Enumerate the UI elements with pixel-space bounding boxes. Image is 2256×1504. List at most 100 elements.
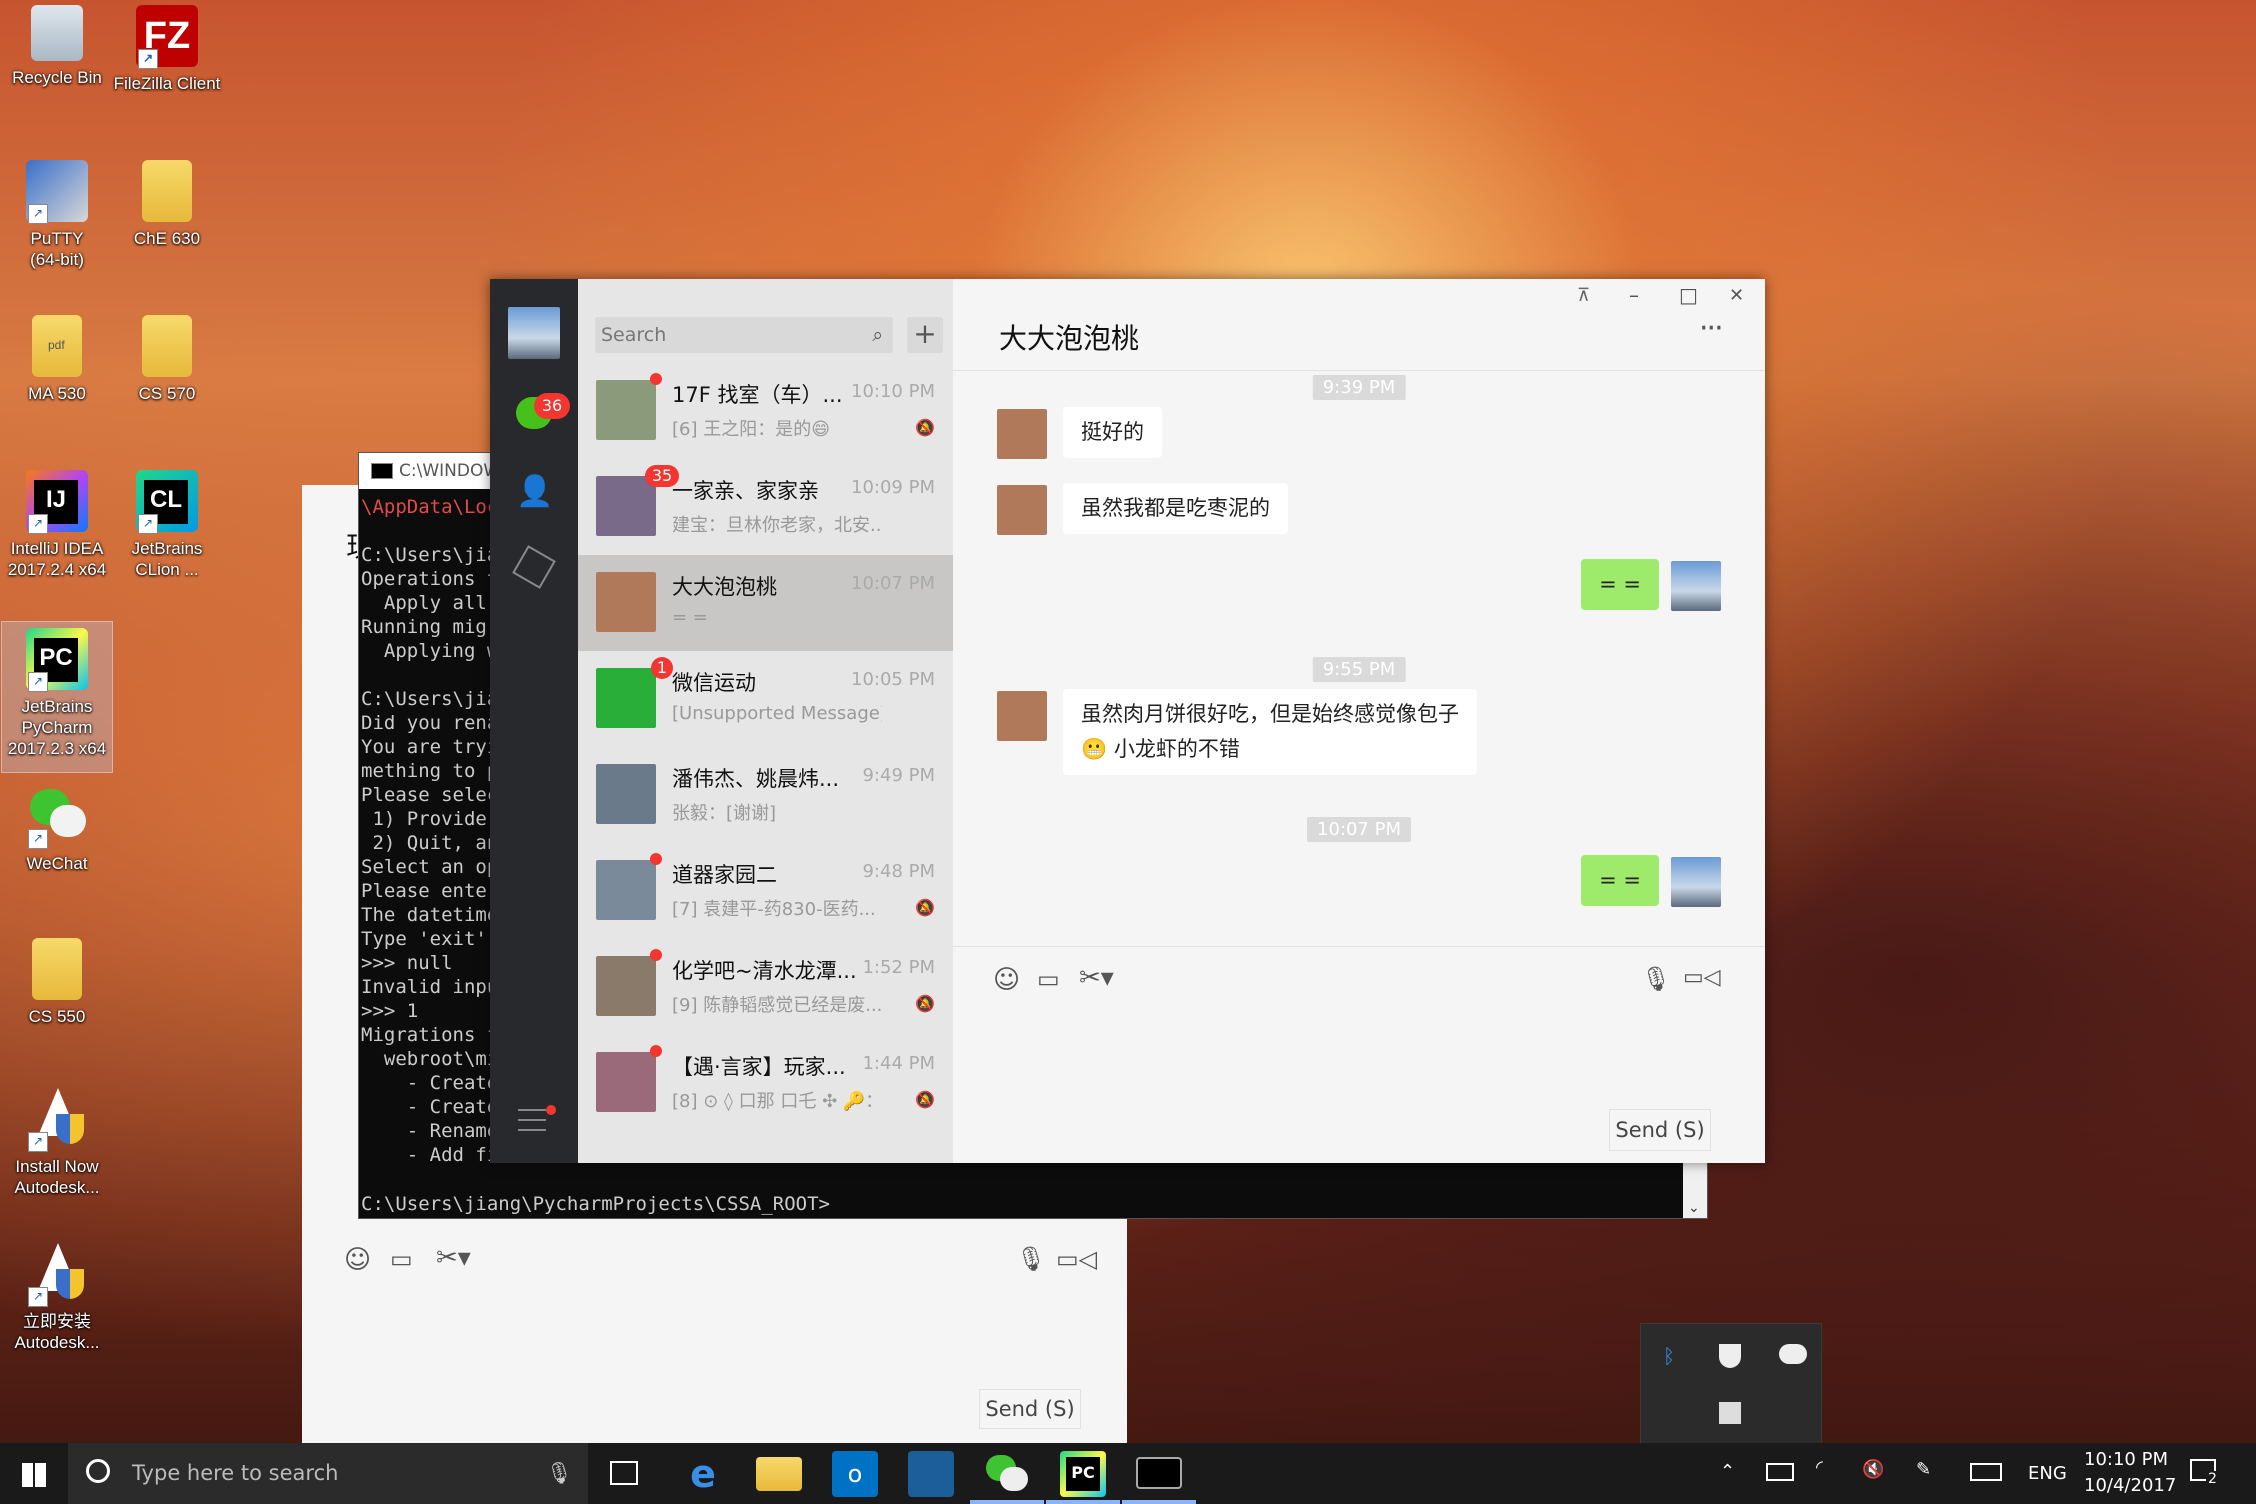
folder-icon[interactable]: ▭ — [390, 1245, 413, 1273]
my-avatar[interactable] — [1671, 561, 1721, 611]
chat-list-item[interactable]: 微信运动 10:05 PM [Unsupported Message] 1 — [578, 651, 953, 747]
unread-dot — [650, 1045, 662, 1057]
microphone-icon[interactable]: 🎙 — [1641, 965, 1671, 993]
scissors-icon[interactable]: ✂▾ — [436, 1243, 471, 1273]
video-icon[interactable]: ▭◁ — [1056, 1245, 1097, 1273]
cmd-taskbar-icon[interactable] — [1136, 1457, 1182, 1489]
desktop-icon-cs570[interactable]: CS 570 — [112, 315, 222, 404]
message-area[interactable]: 9:39 PM 挺好的 虽然我都是吃枣泥的 = = 9:55 PM 虽然肉月饼很好吃，但是… — [953, 371, 1765, 946]
task-view-icon[interactable] — [610, 1461, 638, 1485]
windows-start-icon[interactable] — [22, 1463, 46, 1487]
icon-label: WeChat — [26, 854, 88, 873]
desktop-icon-cs550[interactable]: CS 550 — [2, 938, 112, 1027]
chat-preview: [8] ⊙ ◊ 口那 口乇 ✣ 🔑：... — [672, 1091, 882, 1112]
contacts-icon[interactable]: 👤 — [516, 475, 553, 509]
close-button[interactable]: ✕ — [1729, 285, 1744, 306]
minimize-button[interactable]: – — [1629, 283, 1639, 307]
wechat-taskbar-icon[interactable] — [984, 1451, 1030, 1497]
more-options-button[interactable]: ··· — [1699, 311, 1724, 346]
desktop-icon-ma530[interactable]: pdf MA 530 — [2, 315, 112, 404]
user-avatar[interactable] — [508, 307, 560, 359]
chat-avatar — [596, 1052, 656, 1112]
desktop-icon-intellij[interactable]: IJ ↗ IntelliJ IDEA 2017.2.4 x64 — [2, 470, 112, 580]
volume-muted-icon[interactable]: 🔇 — [1862, 1459, 1884, 1480]
my-avatar[interactable] — [1671, 857, 1721, 907]
app-icon[interactable] — [908, 1451, 954, 1497]
contact-avatar[interactable] — [997, 409, 1047, 459]
icon-label: JetBrains — [21, 697, 93, 716]
chat-list-item[interactable]: 17F 找室（车）... 10:10 PM [6] 王之阳：是的😄 🔕 — [578, 363, 953, 459]
keyboard-icon[interactable] — [1970, 1463, 2002, 1481]
scissors-icon[interactable]: ✂▾ — [1079, 963, 1114, 993]
send-button[interactable]: Send (S) — [1609, 1109, 1711, 1151]
desktop-icon-filezilla[interactable]: FZ ↗ FileZilla Client — [112, 5, 222, 94]
emoji-icon[interactable]: ☺ — [344, 1245, 371, 1275]
icon-label: CS 550 — [28, 1007, 86, 1026]
folder-icon[interactable]: ▭ — [1037, 965, 1060, 993]
search-input[interactable]: Search ⌕ — [595, 317, 893, 353]
desktop-icon-che630[interactable]: ChE 630 — [112, 160, 222, 249]
chat-list-item[interactable]: 【遇·言家】玩家... 1:44 PM [8] ⊙ ◊ 口那 口乇 ✣ 🔑：... 🔕 — [578, 1035, 953, 1131]
icon-label-2: PyCharm — [21, 718, 93, 737]
battery-icon[interactable] — [1766, 1463, 1794, 1481]
clock-time[interactable]: 10:10 PM — [2084, 1449, 2168, 1470]
cmd-line: Applying w — [361, 640, 499, 662]
favorites-icon[interactable] — [512, 545, 556, 589]
chat-preview: 建宝：旦林你老家，北安... — [672, 515, 882, 536]
desktop-icon-wechat[interactable]: ↗ WeChat — [2, 785, 112, 874]
maximize-button[interactable]: □ — [1679, 283, 1698, 307]
emoji-icon[interactable]: ☺ — [993, 965, 1020, 995]
cmd-line: - Create — [361, 1096, 499, 1118]
chat-list-item[interactable]: 大大泡泡桃 10:07 PM = = — [578, 555, 953, 651]
incoming-message-bubble[interactable]: 虽然我都是吃枣泥的 — [1063, 483, 1288, 534]
add-button[interactable]: + — [907, 317, 943, 353]
cmd-line: The datetime — [361, 904, 499, 926]
message-timestamp: 9:55 PM — [1312, 657, 1406, 682]
outlook-icon[interactable]: o — [832, 1451, 878, 1497]
pycharm-icon: PC ↗ — [26, 628, 88, 692]
chat-name: 微信运动 — [672, 671, 756, 695]
microphone-icon[interactable]: 🎙 — [1016, 1245, 1046, 1273]
emoji-icon: 😬 — [1081, 737, 1114, 761]
clock-date[interactable]: 10/4/2017 — [2084, 1475, 2176, 1496]
wechat-window[interactable]: 36 👤 Search ⌕ + 17F 找室（车）... 10:10 PM [6] … — [490, 279, 1765, 1163]
pycharm-taskbar-icon[interactable]: PC — [1060, 1451, 1106, 1497]
chat-list-item[interactable]: 道器家园二 9:48 PM [7] 袁建平-药830-医药... 🔕 — [578, 843, 953, 939]
wifi-icon[interactable]: ◜ — [1816, 1457, 1823, 1478]
file-explorer-icon[interactable] — [756, 1457, 802, 1491]
contact-avatar[interactable] — [997, 691, 1047, 741]
icon-label: JetBrains — [131, 539, 203, 558]
contact-avatar[interactable] — [997, 485, 1047, 535]
menu-icon[interactable] — [518, 1109, 546, 1131]
show-hidden-icons-chevron[interactable]: ⌃ — [1720, 1461, 1735, 1482]
security-shield-icon[interactable] — [1719, 1344, 1741, 1368]
desktop-icon-clion[interactable]: CL ↗ JetBrains CLion ... — [112, 470, 222, 580]
bluetooth-icon[interactable]: ᛒ — [1663, 1344, 1675, 1368]
outgoing-message-bubble[interactable]: = = — [1581, 559, 1659, 610]
message-input[interactable] — [993, 1009, 1733, 1089]
muted-bell-icon: 🔕 — [915, 418, 935, 437]
tray-app-icon[interactable] — [1719, 1402, 1741, 1424]
send-button[interactable]: Send (S) — [979, 1389, 1081, 1429]
desktop-icon-autodesk-install[interactable]: ↗ Install Now Autodesk... — [2, 1088, 112, 1198]
microphone-icon[interactable]: 🎙 — [546, 1443, 573, 1504]
chat-list-item[interactable]: 潘伟杰、姚晨炜... 9:49 PM 张毅：[谢谢] — [578, 747, 953, 843]
desktop-icon-putty[interactable]: ↗ PuTTY (64-bit) — [2, 160, 112, 270]
desktop-icon-autodesk-install-cn[interactable]: ↗ 立即安装 Autodesk... — [2, 1243, 112, 1353]
video-call-icon[interactable]: ▭◁ — [1683, 965, 1721, 990]
outgoing-message-bubble[interactable]: = = — [1581, 855, 1659, 906]
scroll-down-arrow[interactable]: ⌄ — [1688, 1200, 1700, 1216]
language-indicator[interactable]: ENG — [2028, 1463, 2067, 1484]
chat-list-item[interactable]: 一家亲、家家亲 10:09 PM 建宝：旦林你老家，北安... 35 — [578, 459, 953, 555]
chat-list-item[interactable]: 化学吧~清水龙潭... 1:52 PM [9] 陈静韬感觉已经是废... 🔕 — [578, 939, 953, 1035]
pin-button[interactable]: ⊼ — [1577, 285, 1590, 306]
taskbar-search[interactable]: Type here to search 🎙 — [68, 1443, 588, 1504]
incoming-message-bubble[interactable]: 挺好的 — [1063, 407, 1162, 458]
desktop-icon-pycharm[interactable]: PC ↗ JetBrains PyCharm 2017.2.3 x64 — [1, 621, 113, 773]
desktop-icon-recycle-bin[interactable]: Recycle Bin — [2, 5, 112, 88]
pen-icon[interactable]: ✎ — [1916, 1459, 1931, 1480]
cloud-error-icon[interactable] — [1779, 1344, 1807, 1364]
edge-icon[interactable]: e — [680, 1451, 726, 1497]
incoming-message-bubble[interactable]: 虽然肉月饼很好吃，但是始终感觉像包子 😬 小龙虾的不错 — [1063, 689, 1477, 775]
taskbar-search-placeholder: Type here to search — [132, 1461, 339, 1485]
